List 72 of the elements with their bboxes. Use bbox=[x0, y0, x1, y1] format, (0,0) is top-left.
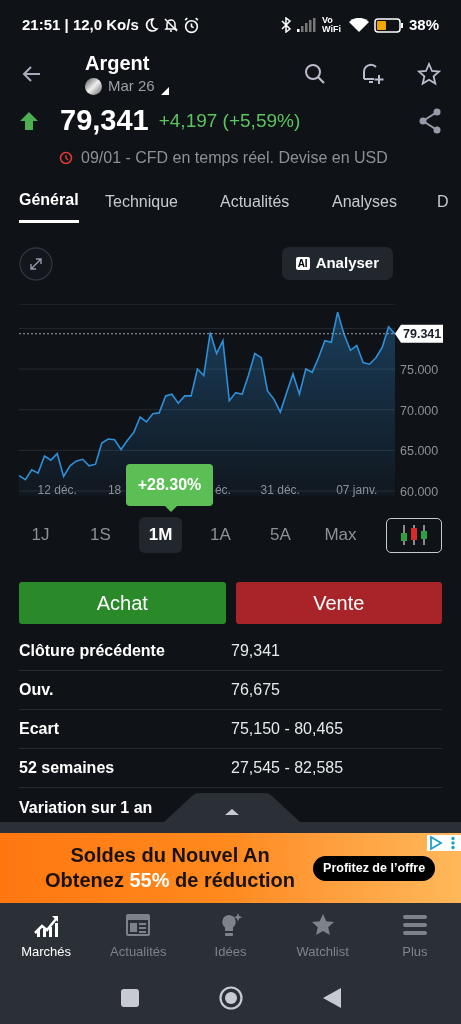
x-axis-label: 18 bbox=[107, 483, 122, 497]
dropdown-corner-icon[interactable] bbox=[160, 87, 169, 96]
newspaper-icon bbox=[126, 912, 151, 939]
back-triangle-icon[interactable] bbox=[322, 987, 341, 1008]
ad-banner[interactable]: Soldes du Nouvel An Obtenez 55% de réduction Profitez de l’offre bbox=[0, 833, 461, 903]
signal-icon bbox=[296, 18, 317, 32]
stat-label: Variation sur 1 an bbox=[19, 797, 154, 818]
tab[interactable]: D bbox=[437, 180, 449, 223]
nav-tab[interactable]: Idées bbox=[184, 912, 277, 962]
stat-value: 76,675 bbox=[231, 680, 280, 700]
stat-label: Clôture précédente bbox=[19, 641, 166, 661]
mute-bell-icon bbox=[162, 17, 179, 33]
battery-percent: 38% bbox=[408, 14, 439, 35]
candlestick-toggle[interactable] bbox=[386, 517, 442, 553]
buy-button[interactable]: Achat bbox=[19, 582, 226, 624]
share-icon[interactable] bbox=[418, 108, 442, 134]
coin-icon bbox=[85, 77, 102, 95]
x-axis-label: 07 janv. bbox=[336, 483, 378, 497]
range-button[interactable]: Max bbox=[319, 517, 362, 553]
price-change: +4,197 (+5,59%) bbox=[158, 108, 301, 133]
bluetooth-icon bbox=[279, 17, 292, 33]
ad-headline: Soldes du Nouvel An bbox=[70, 843, 270, 868]
y-axis-label: 75.000 bbox=[400, 363, 439, 378]
ref-line-label: 79.341 bbox=[403, 327, 442, 342]
stat-label: Ecart bbox=[19, 719, 61, 739]
instrument-title: Argent bbox=[85, 50, 151, 75]
period-change-tooltip: +28.30% bbox=[126, 464, 213, 506]
x-axis-label: 12 déc. bbox=[37, 483, 77, 497]
tab[interactable]: Analyses bbox=[332, 180, 397, 223]
stat-label: 52 semaines bbox=[19, 758, 116, 778]
x-axis-label: éc. bbox=[214, 483, 231, 497]
wifi-icon bbox=[348, 17, 369, 33]
status-time: 21:51 | 12,0 Ko/s bbox=[22, 14, 139, 35]
range-button[interactable]: 1M bbox=[139, 517, 182, 553]
stat-label: Ouv. bbox=[19, 680, 55, 700]
range-button[interactable]: 1J bbox=[19, 517, 62, 553]
stat-value: 79,341 bbox=[231, 641, 280, 661]
nav-tab[interactable]: Marchés bbox=[0, 912, 93, 962]
nav-tab[interactable]: Watchlist bbox=[276, 912, 369, 962]
stat-value: 75,150 - 80,465 bbox=[231, 719, 344, 739]
tab[interactable]: Actualités bbox=[220, 180, 290, 223]
ad-offer-text: Obtenez 55% de réduction bbox=[45, 868, 296, 893]
nav-tab[interactable]: Actualités bbox=[92, 912, 185, 962]
y-axis-label: 60.000 bbox=[400, 485, 439, 499]
expand-panel-handle[interactable] bbox=[164, 793, 300, 822]
y-axis-label: 70.000 bbox=[400, 403, 439, 418]
tab[interactable]: Technique bbox=[105, 180, 178, 223]
search-icon[interactable] bbox=[303, 62, 327, 86]
range-button[interactable]: 5A bbox=[259, 517, 302, 553]
contract-label[interactable]: Mar 26 bbox=[108, 74, 155, 98]
battery-icon bbox=[373, 17, 404, 33]
alarm-icon bbox=[182, 16, 200, 34]
star-icon[interactable] bbox=[417, 62, 441, 86]
range-button[interactable]: 1A bbox=[199, 517, 242, 553]
last-price-tag: 79.341 bbox=[395, 324, 443, 343]
analyze-button[interactable]: AI Analyser bbox=[281, 247, 393, 280]
stat-value: 27,545 - 82,585 bbox=[231, 758, 344, 778]
home-circle-icon[interactable] bbox=[218, 985, 243, 1010]
expand-icon[interactable] bbox=[19, 247, 53, 281]
ad-choices-icon[interactable] bbox=[427, 835, 461, 851]
tab[interactable]: Général bbox=[19, 180, 79, 223]
sell-button[interactable]: Vente bbox=[235, 582, 442, 624]
clock-icon bbox=[59, 151, 73, 165]
x-axis-label: 31 déc. bbox=[260, 483, 300, 497]
realtime-note: 09/01 - CFD en temps réel. Devise en USD bbox=[81, 148, 388, 168]
recents-square-icon[interactable] bbox=[120, 988, 139, 1007]
vowifi-label: Vo WiFi bbox=[321, 16, 342, 34]
y-axis-label: 65.000 bbox=[400, 444, 439, 459]
ad-cta-button[interactable]: Profitez de l’offre bbox=[313, 855, 436, 881]
range-button[interactable]: 1S bbox=[79, 517, 122, 553]
candlestick-icon bbox=[400, 525, 428, 545]
price-value: 79,341 bbox=[60, 103, 149, 139]
